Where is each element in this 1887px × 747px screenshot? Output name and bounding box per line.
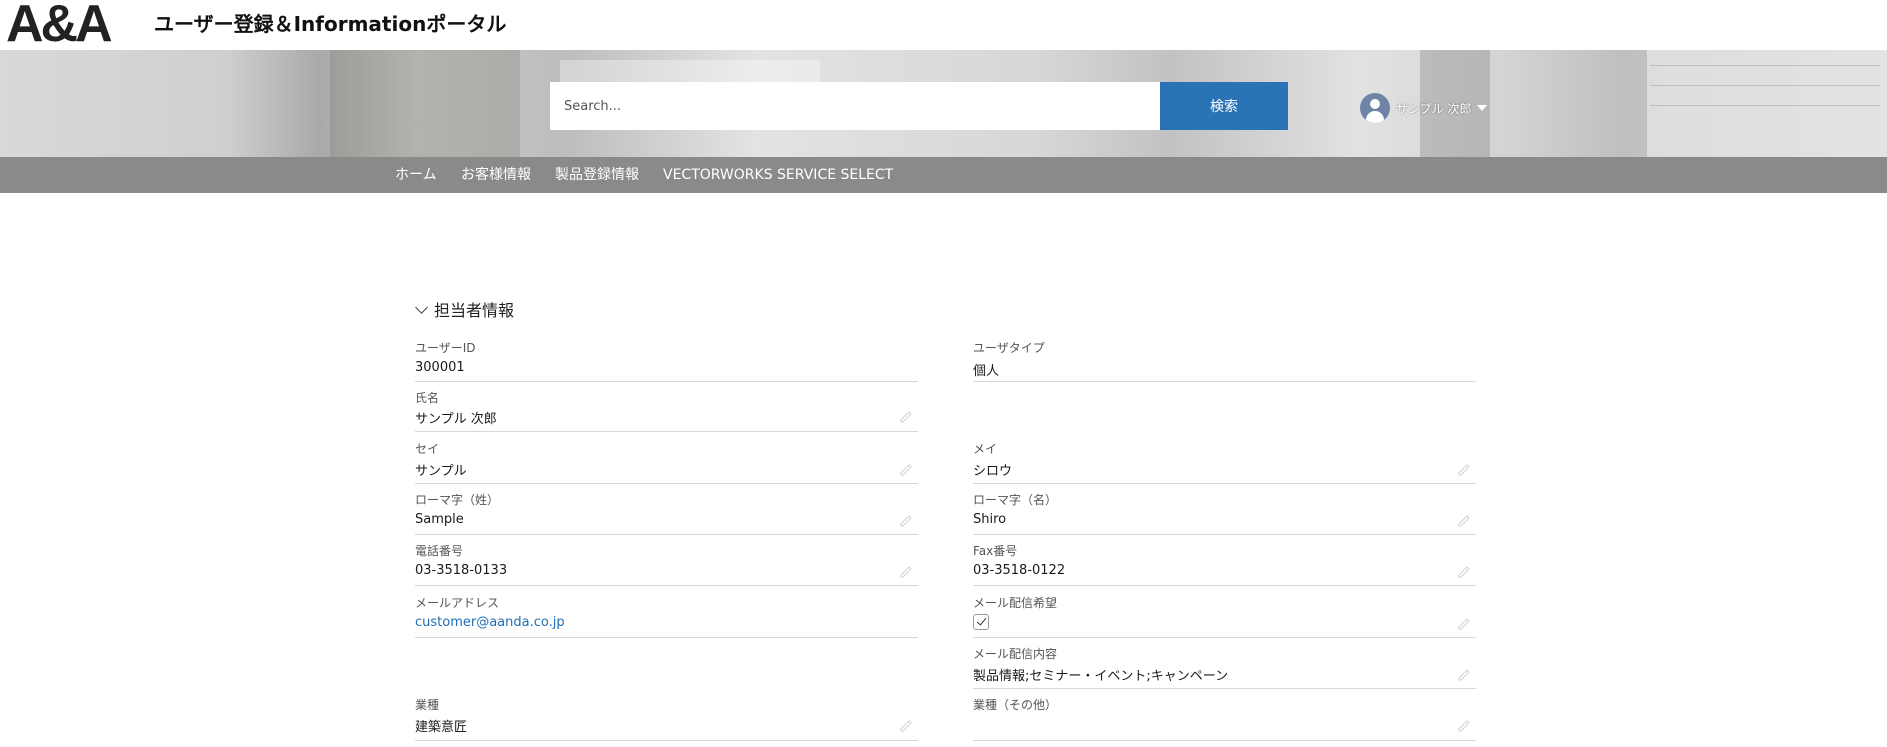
nav-item-product-registration[interactable]: 製品登録情報	[555, 157, 639, 193]
field-label: メール配信希望	[973, 596, 1058, 610]
field-label: メイ	[973, 442, 998, 456]
banner-line	[1650, 85, 1880, 86]
field-industry-other: 業種（その他）	[973, 694, 1476, 741]
field-label: 氏名	[415, 391, 440, 405]
field-romaji-last: ローマ字（姓） Sample	[415, 489, 918, 535]
company-logo[interactable]: A&A	[6, 0, 113, 50]
edit-pencil-icon[interactable]	[900, 464, 912, 476]
field-value: 個人	[973, 364, 1000, 379]
banner-decoration	[330, 50, 520, 157]
field-user-type: ユーザタイプ 個人	[973, 337, 1476, 382]
field-sei: セイ サンプル	[415, 438, 918, 484]
edit-pencil-icon[interactable]	[1458, 566, 1470, 578]
field-value: 建築意匠	[415, 720, 468, 735]
section-toggle[interactable]: 担当者情報	[415, 297, 514, 321]
chevron-down-icon	[1477, 105, 1488, 111]
search-button[interactable]: 検索	[1160, 82, 1288, 130]
field-mail-content: メール配信内容 製品情報;セミナー・イベント;キャンペーン	[973, 643, 1476, 689]
nav-item-home[interactable]: ホーム	[395, 157, 437, 193]
avatar-icon	[1360, 93, 1390, 123]
field-mail-opt-in: メール配信希望	[973, 592, 1476, 638]
chevron-down-icon	[415, 300, 428, 314]
field-value: 03-3518-0122	[973, 563, 1066, 578]
edit-pencil-icon[interactable]	[1458, 618, 1470, 630]
edit-pencil-icon[interactable]	[1458, 464, 1470, 476]
field-value: サンプル	[415, 464, 467, 479]
edit-pencil-icon[interactable]	[900, 566, 912, 578]
field-value: 300001	[415, 360, 465, 375]
edit-pencil-icon[interactable]	[1458, 720, 1470, 732]
field-full-name: 氏名 サンプル 次郎	[415, 387, 918, 432]
field-mei: メイ シロウ	[973, 438, 1476, 484]
email-link[interactable]: customer@aanda.co.jp	[415, 615, 565, 630]
user-menu[interactable]: サンプル 次郎	[1360, 93, 1488, 123]
checkmark-icon	[976, 615, 987, 626]
field-label: 電話番号	[415, 544, 464, 558]
field-label: セイ	[415, 442, 440, 456]
field-label: ユーザタイプ	[973, 341, 1045, 355]
field-value: 製品情報;セミナー・イベント;キャンペーン	[973, 669, 1229, 684]
banner-line	[1650, 105, 1880, 106]
edit-pencil-icon[interactable]	[1458, 669, 1470, 681]
search-input[interactable]	[550, 82, 1160, 130]
edit-pencil-icon[interactable]	[900, 411, 912, 423]
portal-title: ユーザー登録＆Informationポータル	[154, 12, 507, 36]
field-industry: 業種 建築意匠	[415, 694, 918, 741]
field-label: ローマ字（姓）	[415, 493, 500, 507]
section-title: 担当者情報	[434, 301, 515, 320]
banner-panel	[1647, 50, 1887, 157]
field-phone: 電話番号 03-3518-0133	[415, 540, 918, 586]
user-name: サンプル 次郎	[1396, 101, 1472, 116]
field-email: メールアドレス customer@aanda.co.jp	[415, 592, 918, 638]
field-label: メールアドレス	[415, 596, 500, 610]
field-label: 業種（その他）	[973, 698, 1058, 712]
field-user-id: ユーザーID 300001	[415, 337, 918, 382]
field-label: Fax番号	[973, 544, 1018, 558]
edit-pencil-icon[interactable]	[1458, 515, 1470, 527]
main-nav: ホーム お客様情報 製品登録情報 VECTORWORKS SERVICE SEL…	[0, 157, 1887, 193]
field-value: サンプル 次郎	[415, 412, 497, 427]
field-label: ローマ字（名）	[973, 493, 1058, 507]
field-value: Sample	[415, 512, 464, 527]
field-label: ユーザーID	[415, 341, 476, 355]
edit-pencil-icon[interactable]	[900, 515, 912, 527]
field-romaji-first: ローマ字（名） Shiro	[973, 489, 1476, 535]
field-label: メール配信内容	[973, 647, 1058, 661]
banner-line	[1650, 65, 1880, 66]
top-header: A&A ユーザー登録＆Informationポータル	[0, 0, 1887, 50]
nav-item-customer-info[interactable]: お客様情報	[461, 157, 531, 193]
field-value: Shiro	[973, 512, 1007, 527]
field-label: 業種	[415, 698, 440, 712]
nav-item-service-select[interactable]: VECTORWORKS SERVICE SELECT	[663, 157, 893, 193]
mail-opt-in-checkbox[interactable]	[973, 614, 989, 630]
field-fax: Fax番号 03-3518-0122	[973, 540, 1476, 586]
field-value: 03-3518-0133	[415, 563, 508, 578]
field-value: シロウ	[973, 464, 1013, 479]
edit-pencil-icon[interactable]	[900, 720, 912, 732]
